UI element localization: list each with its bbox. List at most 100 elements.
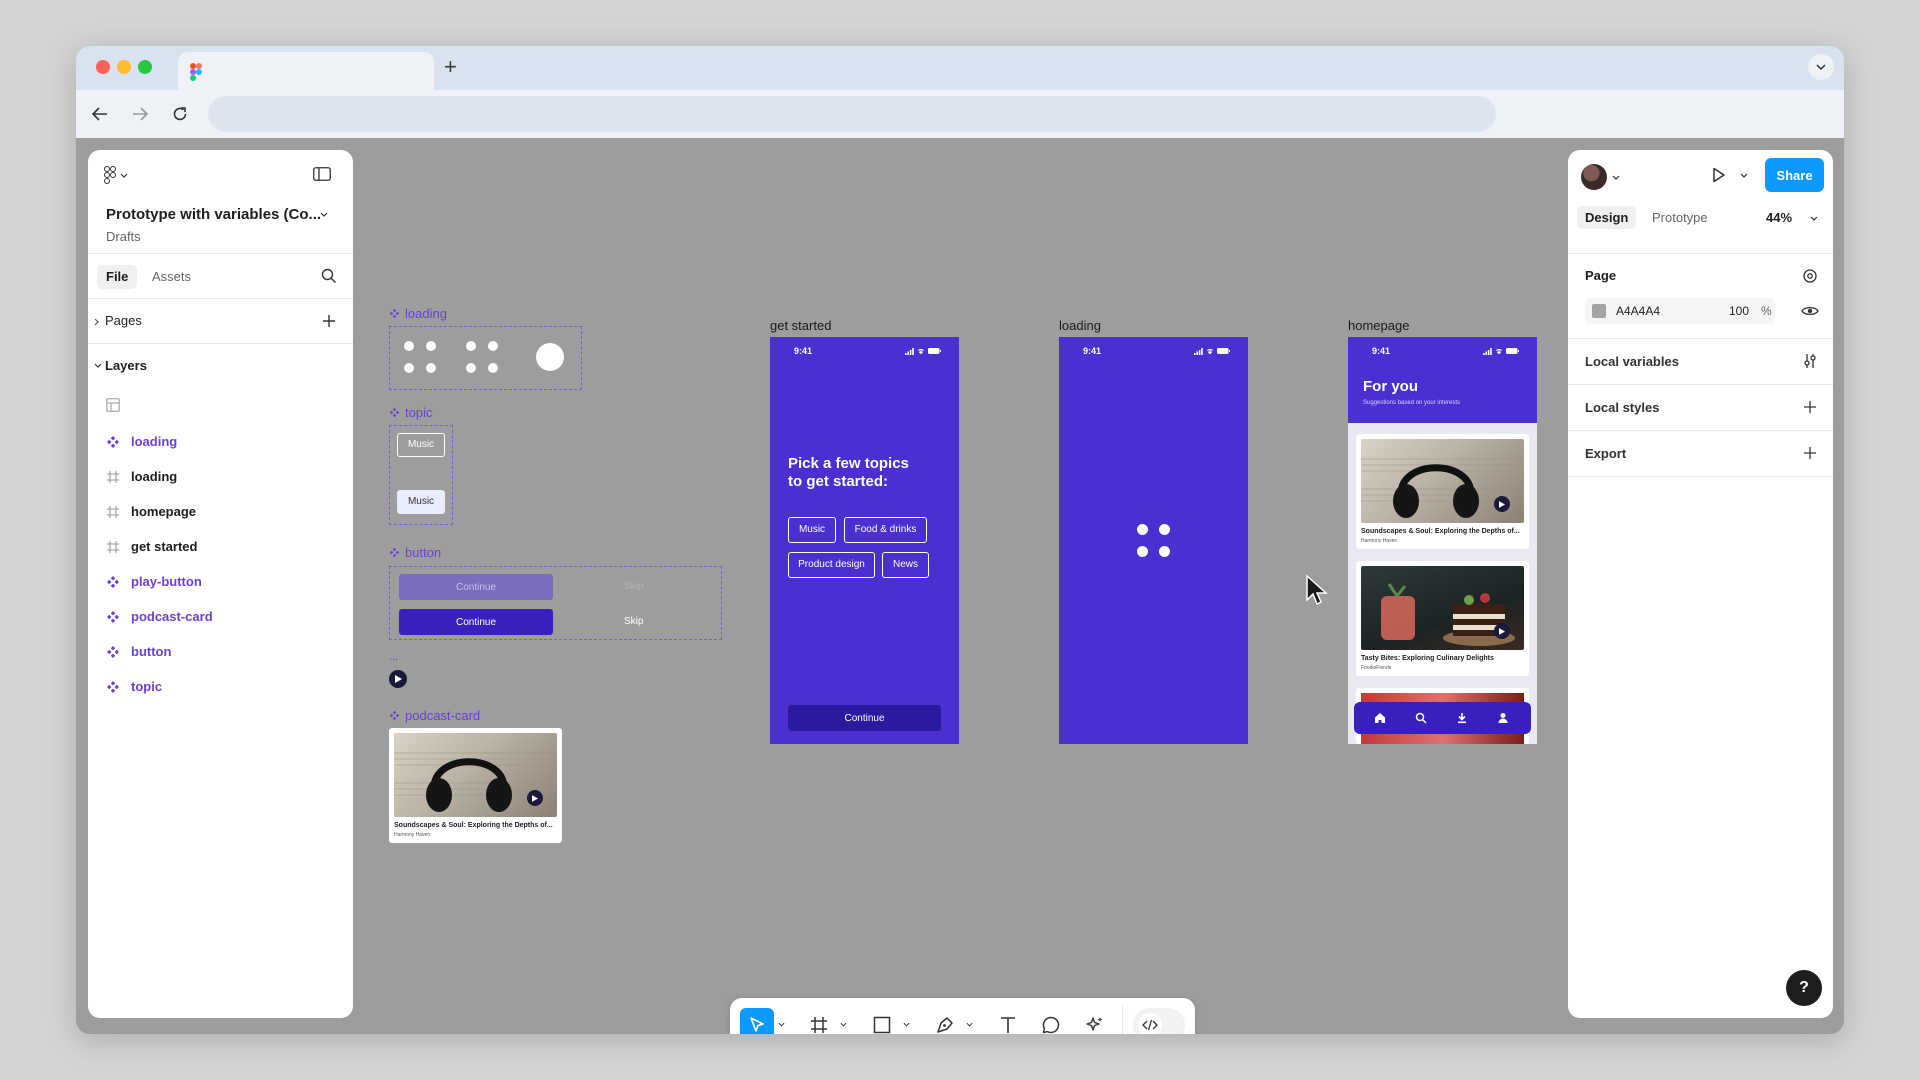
button-component-label[interactable]: button [389,545,441,560]
podcast-card-component[interactable]: Soundscapes & Soul: Exploring the Depths… [389,728,562,843]
file-location[interactable]: Drafts [106,229,141,244]
play-button[interactable] [1494,623,1510,639]
layer-row-loading-frame[interactable]: loading [88,460,353,494]
topic-chip[interactable]: Food & drinks [844,517,927,543]
loading-frame[interactable]: 9:41 [1059,337,1248,744]
profile-icon[interactable] [1497,712,1509,724]
minimize-window-button[interactable] [117,60,131,74]
loading-component-set[interactable] [389,326,582,390]
page-color-field[interactable]: A4A4A4 100 % [1585,298,1775,324]
play-button[interactable] [527,790,543,806]
toggle-sidebar-icon[interactable] [313,167,331,186]
chevron-down-icon[interactable] [778,1022,785,1027]
avatar[interactable] [1581,164,1607,190]
layer-row-topic[interactable]: topic [88,670,353,704]
podcast-card[interactable]: Tasty Bites: Exploring Culinary Delights… [1356,561,1529,676]
layer-row-button[interactable]: button [88,635,353,669]
tab-assets[interactable]: Assets [143,265,200,289]
page-opacity[interactable]: 100 [1729,304,1749,318]
back-arrow-icon[interactable] [88,102,112,126]
tab-design[interactable]: Design [1577,206,1637,229]
tab-prototype[interactable]: Prototype [1644,206,1716,229]
present-play-icon[interactable] [1712,167,1726,183]
topic-component-label[interactable]: topic [389,405,432,420]
text-tool-button[interactable] [993,1008,1023,1034]
frame-label-get-started[interactable]: get started [770,318,831,333]
chevron-down-icon[interactable] [1810,216,1818,221]
page-color-hex[interactable]: A4A4A4 [1616,304,1660,318]
homepage-frame[interactable]: 9:41 For you Suggestions based on your i… [1348,337,1537,744]
color-swatch[interactable] [1592,304,1606,318]
shape-tool-button[interactable] [867,1008,897,1034]
get-started-frame[interactable]: 9:41 Pick a few topics to get started: M… [770,337,959,744]
home-icon[interactable] [1374,712,1386,724]
loading-component-label[interactable]: loading [389,306,447,321]
layer-row-loading-component[interactable]: loading [88,425,353,459]
page-settings-icon[interactable] [1802,268,1818,284]
chevron-down-icon[interactable] [903,1022,910,1027]
layer-row-homepage[interactable]: homepage [88,495,353,529]
play-icon [1499,500,1505,508]
play-button[interactable] [1494,496,1510,512]
frame-label-homepage[interactable]: homepage [1348,318,1409,333]
variables-icon[interactable] [1801,352,1819,370]
maximize-window-button[interactable] [138,60,152,74]
download-icon[interactable] [1456,712,1468,724]
move-tool-button[interactable] [740,1008,774,1034]
add-export-icon[interactable] [1801,444,1819,462]
design-canvas[interactable]: Prototype with variables (Co... Drafts F… [76,138,1844,1034]
chevron-down-icon[interactable] [1612,175,1620,180]
layer-row-play-button[interactable]: play-button [88,565,353,599]
pages-section[interactable]: Pages [88,299,353,344]
actions-tool-button[interactable] [1080,1008,1110,1034]
share-button[interactable]: Share [1765,158,1824,192]
comment-tool-button[interactable] [1036,1008,1066,1034]
forward-arrow-icon[interactable] [128,102,152,126]
play-button-component[interactable] [389,670,407,688]
button-component-set[interactable]: Continue Skip Continue Skip [389,566,722,640]
left-panel: Prototype with variables (Co... Drafts F… [88,150,353,1018]
browser-tab[interactable] [178,52,434,90]
close-window-button[interactable] [96,60,110,74]
frame-tool-button[interactable] [804,1008,834,1034]
topic-chip[interactable]: Product design [788,552,875,578]
new-tab-button[interactable]: + [444,56,457,78]
topic-chip[interactable]: Music [788,517,836,543]
search-icon[interactable] [321,268,337,289]
layer-row-podcast-card[interactable]: podcast-card [88,600,353,634]
local-styles-row[interactable]: Local styles [1568,385,1833,431]
add-page-icon[interactable] [321,313,337,334]
continue-button[interactable]: Continue [788,705,941,731]
local-variables-row[interactable]: Local variables [1568,339,1833,385]
address-bar[interactable] [208,96,1496,132]
label-text: topic [405,405,433,420]
podcast-card[interactable]: Soundscapes & Soul: Exploring the Depths… [1356,434,1529,549]
frame-label-loading[interactable]: loading [1059,318,1101,333]
tab-list-dropdown-icon[interactable] [1808,54,1834,80]
layer-row-get-started[interactable]: get started [88,530,353,564]
pen-tool-button[interactable] [930,1008,960,1034]
reload-icon[interactable] [168,102,192,126]
dev-mode-toggle[interactable] [1133,1008,1185,1034]
tab-file[interactable]: File [97,265,138,289]
section-icon[interactable] [106,398,120,417]
file-name-chevron-icon[interactable] [320,212,328,217]
export-row[interactable]: Export [1568,431,1833,477]
podcast-card-component-label[interactable]: podcast-card [389,708,480,723]
eye-icon[interactable] [1801,305,1819,317]
chevron-down-icon[interactable] [966,1022,973,1027]
chevron-down-icon[interactable] [1740,173,1748,178]
chevron-down-icon[interactable] [840,1022,847,1027]
topic-chip[interactable]: News [882,552,929,578]
play-button-label[interactable]: ... [389,651,398,663]
export-label: Export [1585,446,1627,461]
topic-component-set[interactable]: Music Music [389,425,453,525]
main-menu-button[interactable] [104,166,128,184]
chevron-down-icon[interactable] [94,363,102,368]
zoom-level[interactable]: 44% [1766,210,1792,225]
file-name[interactable]: Prototype with variables (Co... [106,206,321,223]
help-button[interactable]: ? [1786,970,1822,1006]
add-style-icon[interactable] [1801,398,1819,416]
search-icon[interactable] [1415,712,1427,724]
loading-dot [426,363,436,373]
